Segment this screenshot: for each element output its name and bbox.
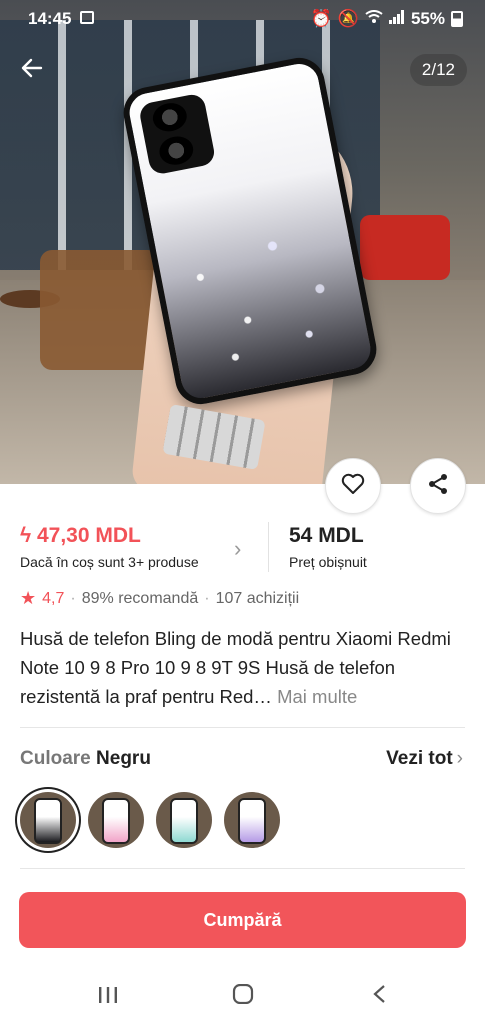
status-bar: 14:45 ⏰ 🔕 55%	[0, 0, 485, 36]
battery-icon	[451, 11, 463, 27]
promo-price[interactable]: ϟ 47,30 MDL	[20, 524, 141, 548]
background-armchair	[40, 250, 160, 370]
swatch-purple[interactable]	[224, 792, 280, 848]
back-arrow-icon[interactable]	[20, 56, 48, 84]
purchases-text: 107 achiziții	[215, 589, 300, 607]
swatch-mint[interactable]	[156, 792, 212, 848]
divider	[268, 522, 269, 572]
mute-icon: 🔕	[337, 9, 359, 28]
system-nav-bar	[0, 966, 485, 1024]
separator-dot: ·	[70, 589, 76, 607]
color-value: Negru	[96, 748, 151, 769]
swatch-black[interactable]	[20, 792, 76, 848]
see-all-button[interactable]: Vezi tot ›	[386, 748, 463, 770]
chevron-right-icon: ›	[456, 748, 463, 769]
status-time: 14:45	[28, 9, 72, 28]
share-button[interactable]	[410, 458, 466, 514]
product-title-text: Husă de telefon Bling de modă pentru Xia…	[20, 628, 451, 707]
camera-module	[137, 92, 217, 176]
more-link[interactable]: Mai multe	[277, 686, 357, 707]
color-label: Culoare Negru	[20, 748, 151, 770]
swatch-pink[interactable]	[88, 792, 144, 848]
buy-button[interactable]: Cumpără	[19, 892, 466, 948]
heart-icon	[341, 473, 365, 500]
status-right: ⏰ 🔕 55%	[311, 9, 463, 29]
rating-row[interactable]: ★ 4,7 · 89% recomandă · 107 achiziții	[20, 588, 299, 609]
background-red-chair	[360, 215, 450, 280]
home-icon[interactable]	[232, 983, 254, 1010]
swatch-case	[34, 798, 62, 844]
color-key: Culoare	[20, 748, 91, 769]
lightning-icon: ϟ	[20, 524, 32, 547]
recommend-text: 89% recomandă	[81, 589, 199, 607]
promo-price-value: 47,30 MDL	[36, 524, 141, 547]
divider	[20, 727, 465, 728]
swatch-case	[102, 798, 130, 844]
glitter-pattern	[152, 197, 374, 402]
color-swatches	[20, 792, 280, 848]
product-title[interactable]: Husă de telefon Bling de modă pentru Xia…	[20, 624, 468, 711]
alarm-icon: ⏰	[310, 9, 332, 28]
share-icon	[426, 472, 450, 501]
battery-percent: 55%	[410, 9, 445, 28]
swatch-case	[170, 798, 198, 844]
recent-apps-icon[interactable]	[98, 984, 118, 1010]
favorite-button[interactable]	[325, 458, 381, 514]
image-counter: 2/12	[409, 54, 467, 86]
chevron-right-icon[interactable]: ›	[234, 536, 241, 562]
regular-price: 54 MDL	[289, 524, 364, 547]
promo-condition: Dacă în coș sunt 3+ produse	[20, 554, 199, 570]
divider	[20, 868, 465, 869]
signal-icon	[388, 9, 405, 29]
back-nav-icon[interactable]	[372, 984, 386, 1010]
image-notification-icon	[80, 11, 94, 24]
regular-price-label: Preț obișnuit	[289, 554, 367, 570]
wifi-icon	[365, 9, 383, 29]
price-section: ϟ 47,30 MDL Dacă în coș sunt 3+ produse …	[0, 514, 485, 584]
see-all-label: Vezi tot	[386, 748, 453, 769]
swatch-case	[238, 798, 266, 844]
separator-dot: ·	[204, 589, 210, 607]
rating-score: 4,7	[42, 589, 65, 607]
star-icon: ★	[20, 588, 37, 608]
